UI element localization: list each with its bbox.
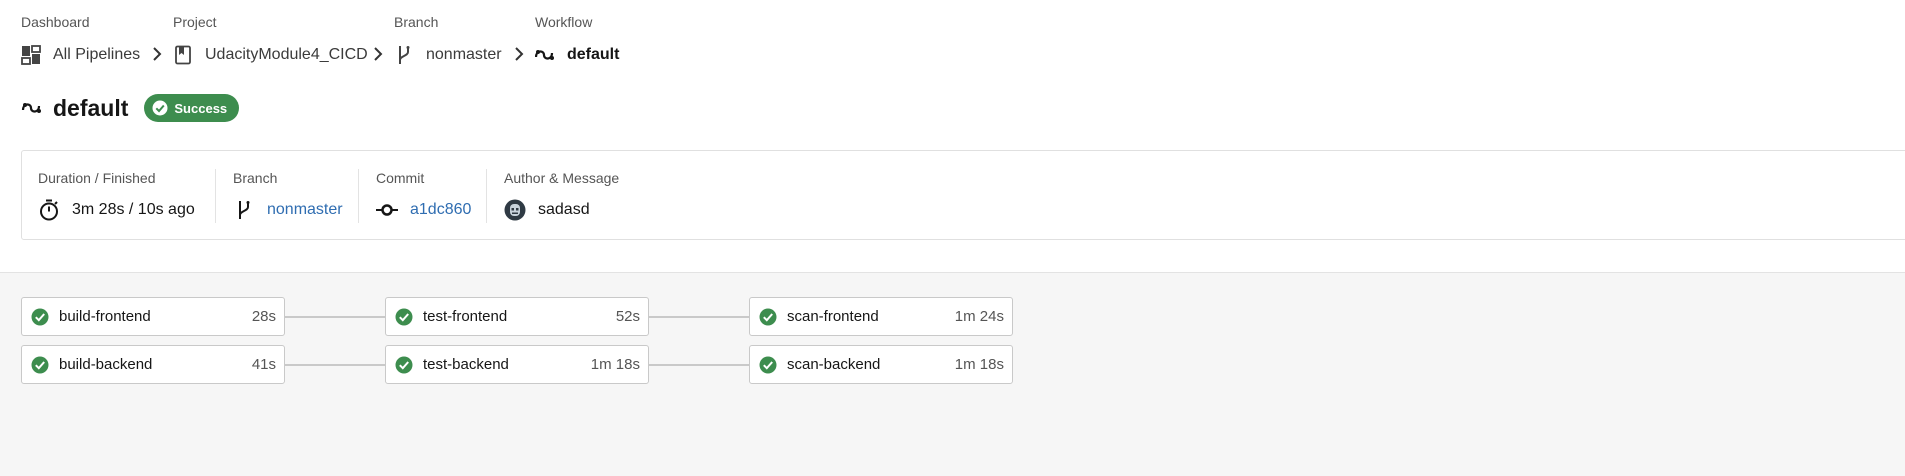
workflow-header-panel: Dashboard All Pipelines Project UdacityM… [0,0,1905,273]
breadcrumb-label: Branch [394,14,439,30]
summary-label: Branch [233,170,278,186]
job-scan-backend[interactable]: scan-backend 1m 18s [749,345,1013,384]
summary-label: Author & Message [504,170,620,186]
check-circle-icon [31,308,49,326]
job-name: scan-backend [787,356,881,373]
breadcrumb-value: default [567,46,620,63]
breadcrumb-workflow: Workflow default [535,13,619,63]
job-name: scan-frontend [787,308,879,325]
check-circle-icon [31,356,49,374]
status-badge-label: Success [174,100,228,116]
job-name: build-frontend [59,308,151,325]
dashboard-icon [21,45,41,65]
chevron-right-icon [372,44,384,64]
breadcrumb-label: Workflow [535,14,593,30]
breadcrumb-dashboard: Dashboard All Pipelines [21,13,140,65]
check-circle-icon [759,308,777,326]
breadcrumb-label: Project [173,14,217,30]
status-badge: Success [144,94,240,122]
job-connector [285,316,385,318]
avatar [504,199,526,221]
breadcrumb-link-project[interactable]: UdacityModule4_CICD [173,43,368,67]
job-duration: 1m 18s [590,356,640,373]
job-duration: 41s [251,356,276,373]
commit-link[interactable]: a1dc860 [410,201,471,219]
breadcrumb-project: Project UdacityModule4_CICD [173,13,368,65]
pipeline-graph: build-frontend 28s build-backend 41s tes… [0,273,1905,476]
commit-icon [376,199,398,221]
job-duration: 1m 24s [954,308,1004,325]
breadcrumb-current-workflow: default [535,43,619,67]
divider [358,169,359,223]
bookmark-icon [173,45,193,65]
check-circle-icon [395,308,413,326]
workflow-summary-card: Duration / Finished 3m 28s / 10s ago Bra… [21,150,1905,240]
summary-label: Duration / Finished [38,170,156,186]
workflow-icon [535,45,555,65]
breadcrumb-link-all-pipelines[interactable]: All Pipelines [21,43,140,67]
job-test-backend[interactable]: test-backend 1m 18s [385,345,649,384]
job-connector [649,364,749,366]
breadcrumb-value: nonmaster [426,46,502,63]
job-test-frontend[interactable]: test-frontend 52s [385,297,649,336]
summary-value: a1dc860 [376,198,471,222]
breadcrumb-branch: Branch nonmaster [394,13,502,64]
job-duration: 52s [615,308,640,325]
page-title: default [53,94,129,121]
workflow-title-row: default Success [21,92,240,124]
summary-label: Commit [376,170,425,186]
breadcrumb-value: UdacityModule4_CICD [205,46,368,63]
breadcrumb-link-branch[interactable]: nonmaster [394,43,502,67]
breadcrumb-value: All Pipelines [53,46,141,63]
job-name: test-frontend [423,308,508,325]
chevron-right-icon [151,44,163,64]
divider [486,169,487,223]
job-name: build-backend [59,356,153,373]
summary-value: nonmaster [233,198,343,222]
branch-icon [233,199,255,221]
job-duration: 1m 18s [954,356,1004,373]
check-circle-icon [759,356,777,374]
branch-icon [394,45,414,65]
breadcrumb-label: Dashboard [21,14,90,30]
stopwatch-icon [38,199,60,221]
author-message: sadasd [538,201,590,218]
job-name: test-backend [423,356,509,373]
workflow-icon [21,98,43,118]
duration-value: 3m 28s / 10s ago [72,201,195,218]
job-build-frontend[interactable]: build-frontend 28s [21,297,285,336]
check-circle-icon [152,100,168,116]
job-connector [285,364,385,366]
check-circle-icon [395,356,413,374]
summary-value: 3m 28s / 10s ago [38,198,195,222]
summary-value: sadasd [504,198,590,222]
job-duration: 28s [251,308,276,325]
job-scan-frontend[interactable]: scan-frontend 1m 24s [749,297,1013,336]
branch-link[interactable]: nonmaster [267,201,343,219]
job-build-backend[interactable]: build-backend 41s [21,345,285,384]
divider [215,169,216,223]
job-connector [649,316,749,318]
chevron-right-icon [513,44,525,64]
